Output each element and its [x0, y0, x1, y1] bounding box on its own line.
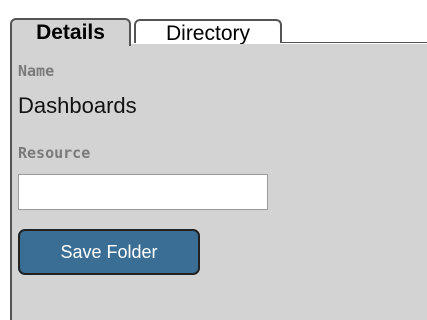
resource-label: Resource [18, 144, 91, 162]
name-value: Dashboards [18, 93, 137, 118]
tab-directory[interactable]: Directory [134, 19, 282, 45]
resource-input[interactable] [18, 174, 268, 210]
tab-details[interactable]: Details [10, 18, 131, 46]
tab-divider [280, 42, 427, 43]
name-label: Name [18, 62, 55, 80]
details-panel: Name Dashboards Resource Save Folder [10, 44, 427, 320]
save-folder-button[interactable]: Save Folder [18, 229, 200, 275]
tab-strip: Details Directory [10, 18, 427, 46]
folder-editor: Details Directory Name Dashboards Resour… [0, 0, 427, 320]
